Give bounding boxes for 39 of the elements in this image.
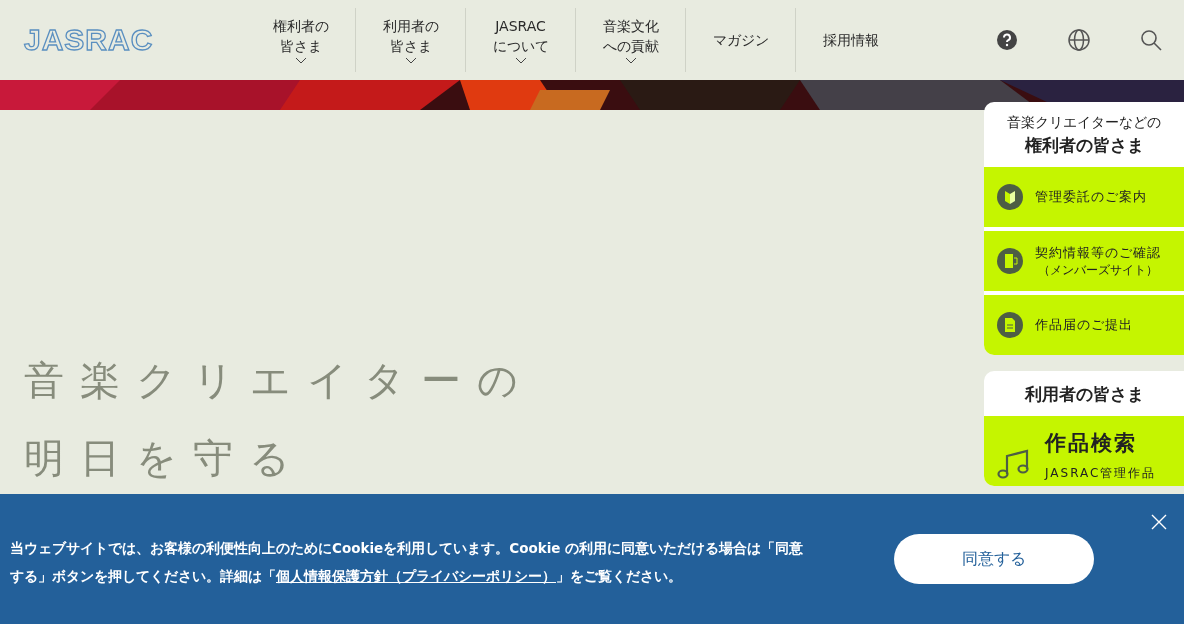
link-title: 作品届のご提出	[1035, 316, 1133, 334]
chevron-down-icon	[294, 57, 307, 64]
hero-headline: 音楽クリエイターの	[24, 356, 534, 405]
close-icon	[1151, 514, 1167, 530]
nav-link[interactable]: 採用情報	[796, 8, 906, 72]
nav-link[interactable]: 利用者の皆さま	[356, 8, 466, 72]
chevron-down-icon	[404, 57, 417, 64]
help-icon	[996, 29, 1018, 51]
sidebar-link[interactable]: 管理委託のご案内	[984, 167, 1184, 227]
card-title: 利用者の皆さま	[1024, 383, 1144, 406]
link-note: JASRAC管理作品	[1045, 465, 1157, 482]
document-icon	[997, 312, 1023, 338]
close-button[interactable]	[1151, 514, 1167, 530]
card-title: 権利者の皆さま	[1024, 134, 1144, 157]
chevron-down-icon	[514, 57, 527, 64]
sidebar-link[interactable]: 作品検索 JASRAC管理作品	[984, 416, 1184, 486]
search-button[interactable]	[1140, 29, 1162, 51]
nav-link[interactable]: 音楽文化への貢献	[576, 8, 686, 72]
sidebar-link[interactable]: 契約情報等のご確認 （メンバーズサイト）	[984, 231, 1184, 291]
nav-link[interactable]: JASRACについて	[466, 8, 576, 72]
globe-icon	[1068, 29, 1090, 51]
link-title: 作品検索	[1045, 430, 1138, 457]
privacy-policy-link[interactable]: 個人情報保護方針（プライバシーポリシー）	[276, 568, 556, 584]
language-button[interactable]	[1068, 29, 1090, 51]
leaf-mark-icon	[997, 184, 1023, 210]
search-icon	[1140, 29, 1162, 51]
help-button[interactable]	[996, 29, 1018, 51]
nav-link[interactable]: マガジン	[686, 8, 796, 72]
chevron-down-icon	[624, 57, 637, 64]
cookie-notice: 当ウェブサイトでは、お客様の利便性向上のためにCookieを利用しています。Cookie の利用に同意いただける場合は「同意する」ボタンを押してください。詳細は「個人情報保護方針（プライバシーポリシー）」をご覧ください。	[10, 539, 805, 586]
door-icon	[997, 248, 1023, 274]
sidebar-link[interactable]: 作品届のご提出	[984, 295, 1184, 355]
card-subtitle: 音楽クリエイターなどの	[1007, 114, 1161, 132]
nav-link[interactable]: 権利者の皆さま	[246, 8, 356, 72]
accept-button[interactable]: 同意する	[894, 534, 1094, 584]
link-title: 契約情報等のご確認	[1035, 243, 1161, 262]
link-note: （メンバーズサイト）	[1037, 261, 1159, 279]
link-title: 管理委託のご案内	[1035, 188, 1147, 206]
hero-headline: 明日を守る	[24, 434, 306, 483]
